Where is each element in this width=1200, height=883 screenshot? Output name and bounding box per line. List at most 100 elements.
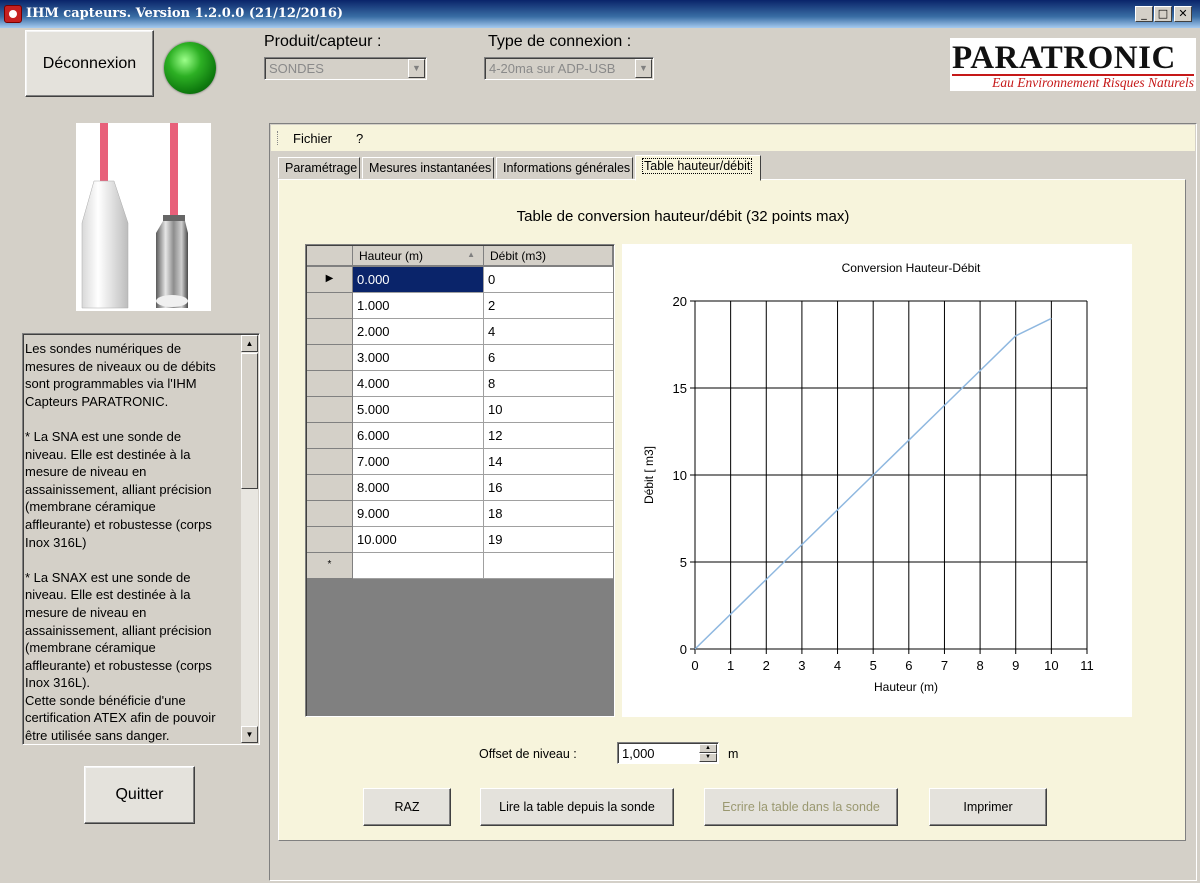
sensor-image [76,123,211,311]
y-tick-label: 5 [680,555,687,570]
description-box[interactable]: Les sondes numériques de mesures de nive… [22,333,260,745]
menu-help[interactable]: ? [356,131,363,146]
menu-file[interactable]: Fichier [293,131,332,146]
row-header[interactable] [307,345,353,371]
row-header[interactable] [307,293,353,319]
logout-button[interactable]: Déconnexion [25,30,154,97]
table-row[interactable]: 9.000 18 [307,501,613,527]
scrollbar-thumb[interactable] [241,353,258,489]
cell-height[interactable]: 4.000 [353,371,484,397]
cell-flow[interactable]: 18 [484,501,613,527]
cell-height[interactable]: 2.000 [353,319,484,345]
reset-button[interactable]: RAZ [363,788,451,826]
row-header[interactable] [307,527,353,553]
cell-flow[interactable]: 10 [484,397,613,423]
row-header[interactable] [307,319,353,345]
tab-informations-generales[interactable]: Informations générales [496,157,633,179]
table-row[interactable]: 3.000 6 [307,345,613,371]
cell-flow[interactable]: 12 [484,423,613,449]
cell-height[interactable]: 1.000 [353,293,484,319]
product-select[interactable]: SONDES ▼ [264,57,427,80]
cell-flow[interactable]: 16 [484,475,613,501]
table-row[interactable]: 4.000 8 [307,371,613,397]
x-tick-label: 6 [905,658,912,673]
spin-up-icon[interactable]: ▲ [699,744,717,753]
cell-height[interactable]: 8.000 [353,475,484,501]
offset-label: Offset de niveau : [479,747,577,761]
cell-height[interactable]: 10.000 [353,527,484,553]
table-row[interactable]: 2.000 4 [307,319,613,345]
offset-input-value: 1,000 [622,746,655,761]
tab-mesures-instantanees[interactable]: Mesures instantanées [362,157,494,179]
menu-bar: Fichier ? [271,125,1195,151]
connection-status-led-icon [164,42,216,94]
menu-grip-icon [277,131,280,145]
x-tick-label: 7 [941,658,948,673]
product-label: Produit/capteur : [264,33,382,50]
row-header[interactable]: ▶ [307,267,353,293]
table-row[interactable]: 1.000 2 [307,293,613,319]
row-header[interactable] [307,475,353,501]
sensor-probes-icon [81,123,188,309]
offset-input[interactable]: 1,000 ▲ ▼ [617,742,719,764]
tab-table-hauteur-debit-label: Table hauteur/débit [642,158,753,174]
tab-parametrage[interactable]: Paramétrage [278,157,360,179]
cell-flow[interactable]: 0 [484,267,613,293]
new-row-header[interactable]: * [307,553,353,579]
spin-down-icon[interactable]: ▼ [699,753,717,762]
height-flow-grid[interactable]: Hauteur (m) ▲ Débit (m3) ▶ 0.000 0 1.000 2 2.… [305,244,615,717]
row-header[interactable] [307,501,353,527]
table-row[interactable]: 5.000 10 [307,397,613,423]
row-header[interactable] [307,371,353,397]
grid-header-flow[interactable]: Débit (m3) [484,246,613,266]
x-tick-label: 11 [1080,658,1094,673]
cell-flow[interactable]: 4 [484,319,613,345]
cell-flow[interactable]: 2 [484,293,613,319]
cell-height[interactable]: 6.000 [353,423,484,449]
cell-height[interactable]: 3.000 [353,345,484,371]
y-tick-label: 0 [680,642,687,657]
table-row[interactable]: ▶ 0.000 0 [307,267,613,293]
chevron-down-icon[interactable]: ▼ [635,59,652,78]
chevron-down-icon[interactable]: ▼ [408,59,425,78]
close-button[interactable]: ✕ [1174,6,1192,22]
print-button[interactable]: Imprimer [929,788,1047,826]
connection-type-select[interactable]: 4-20ma sur ADP-USB ▼ [484,57,654,80]
cell-flow[interactable]: 19 [484,527,613,553]
grid-header-height[interactable]: Hauteur (m) ▲ [353,246,484,266]
scroll-down-icon[interactable]: ▼ [241,726,258,743]
write-table-button[interactable]: Ecrire la table dans la sonde [704,788,898,826]
scroll-up-icon[interactable]: ▲ [241,335,258,352]
table-row[interactable]: 6.000 12 [307,423,613,449]
cell-height[interactable]: 0.000 [353,267,484,293]
logo-tagline: Eau Environnement Risques Naturels [992,75,1194,90]
cell-height-new[interactable] [353,553,484,579]
row-header[interactable] [307,449,353,475]
table-row[interactable]: 8.000 16 [307,475,613,501]
tab-table-hauteur-debit[interactable]: Table hauteur/débit [635,155,761,181]
description-scrollbar[interactable]: ▲ ▼ [241,335,258,743]
cell-flow-new[interactable] [484,553,613,579]
table-title: Table de conversion hauteur/débit (32 po… [516,208,850,225]
connection-type-label: Type de connexion : [488,33,632,50]
table-row[interactable]: 7.000 14 [307,449,613,475]
new-row[interactable]: * [307,553,613,579]
y-tick-label: 20 [673,294,687,309]
cell-flow[interactable]: 14 [484,449,613,475]
x-tick-label: 9 [1012,658,1019,673]
minimize-button[interactable]: _ [1135,6,1153,22]
maximize-button[interactable]: □ [1154,6,1172,22]
x-tick-label: 5 [870,658,877,673]
cell-height[interactable]: 7.000 [353,449,484,475]
row-header[interactable] [307,423,353,449]
row-header[interactable] [307,397,353,423]
cell-height[interactable]: 9.000 [353,501,484,527]
read-table-button[interactable]: Lire la table depuis la sonde [480,788,674,826]
cell-flow[interactable]: 8 [484,371,613,397]
quit-button[interactable]: Quitter [84,766,195,824]
offset-unit: m [728,747,739,761]
grid-corner-header [307,246,353,266]
cell-flow[interactable]: 6 [484,345,613,371]
table-row[interactable]: 10.000 19 [307,527,613,553]
cell-height[interactable]: 5.000 [353,397,484,423]
